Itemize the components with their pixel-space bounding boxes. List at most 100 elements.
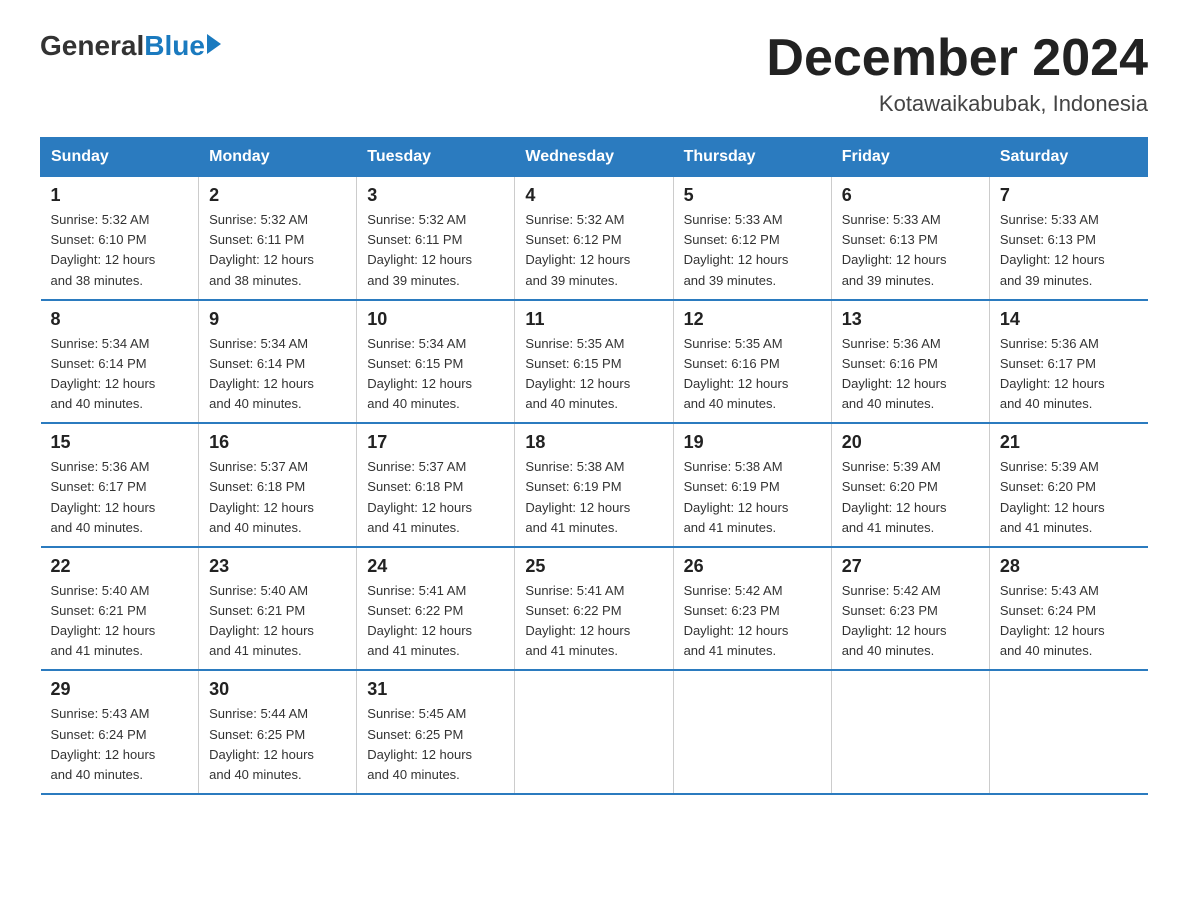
day-number: 28 xyxy=(1000,556,1138,577)
day-cell: 15 Sunrise: 5:36 AMSunset: 6:17 PMDaylig… xyxy=(41,423,199,547)
day-number: 24 xyxy=(367,556,504,577)
day-cell: 2 Sunrise: 5:32 AMSunset: 6:11 PMDayligh… xyxy=(199,177,357,300)
day-cell: 28 Sunrise: 5:43 AMSunset: 6:24 PMDaylig… xyxy=(989,547,1147,671)
day-cell: 19 Sunrise: 5:38 AMSunset: 6:19 PMDaylig… xyxy=(673,423,831,547)
day-number: 27 xyxy=(842,556,979,577)
logo-blue-text: Blue xyxy=(144,30,205,62)
day-cell: 12 Sunrise: 5:35 AMSunset: 6:16 PMDaylig… xyxy=(673,300,831,424)
header-cell-sunday: Sunday xyxy=(41,138,199,177)
day-info: Sunrise: 5:35 AMSunset: 6:15 PMDaylight:… xyxy=(525,334,662,415)
day-number: 18 xyxy=(525,432,662,453)
day-info: Sunrise: 5:37 AMSunset: 6:18 PMDaylight:… xyxy=(367,457,504,538)
day-number: 12 xyxy=(684,309,821,330)
day-info: Sunrise: 5:33 AMSunset: 6:13 PMDaylight:… xyxy=(842,210,979,291)
day-cell: 25 Sunrise: 5:41 AMSunset: 6:22 PMDaylig… xyxy=(515,547,673,671)
day-number: 2 xyxy=(209,185,346,206)
day-number: 16 xyxy=(209,432,346,453)
day-number: 21 xyxy=(1000,432,1138,453)
day-cell: 26 Sunrise: 5:42 AMSunset: 6:23 PMDaylig… xyxy=(673,547,831,671)
logo-blue-part: Blue xyxy=(144,30,221,62)
header-cell-monday: Monday xyxy=(199,138,357,177)
day-number: 3 xyxy=(367,185,504,206)
day-cell: 11 Sunrise: 5:35 AMSunset: 6:15 PMDaylig… xyxy=(515,300,673,424)
day-cell: 10 Sunrise: 5:34 AMSunset: 6:15 PMDaylig… xyxy=(357,300,515,424)
day-info: Sunrise: 5:34 AMSunset: 6:14 PMDaylight:… xyxy=(209,334,346,415)
header-cell-saturday: Saturday xyxy=(989,138,1147,177)
day-cell xyxy=(989,670,1147,794)
day-number: 11 xyxy=(525,309,662,330)
day-info: Sunrise: 5:32 AMSunset: 6:10 PMDaylight:… xyxy=(51,210,189,291)
day-cell: 21 Sunrise: 5:39 AMSunset: 6:20 PMDaylig… xyxy=(989,423,1147,547)
day-number: 5 xyxy=(684,185,821,206)
week-row-2: 8 Sunrise: 5:34 AMSunset: 6:14 PMDayligh… xyxy=(41,300,1148,424)
day-cell xyxy=(831,670,989,794)
calendar-subtitle: Kotawaikabubak, Indonesia xyxy=(766,91,1148,117)
day-number: 8 xyxy=(51,309,189,330)
day-cell: 14 Sunrise: 5:36 AMSunset: 6:17 PMDaylig… xyxy=(989,300,1147,424)
week-row-1: 1 Sunrise: 5:32 AMSunset: 6:10 PMDayligh… xyxy=(41,177,1148,300)
day-info: Sunrise: 5:32 AMSunset: 6:11 PMDaylight:… xyxy=(209,210,346,291)
day-number: 10 xyxy=(367,309,504,330)
day-number: 19 xyxy=(684,432,821,453)
day-cell: 13 Sunrise: 5:36 AMSunset: 6:16 PMDaylig… xyxy=(831,300,989,424)
week-row-3: 15 Sunrise: 5:36 AMSunset: 6:17 PMDaylig… xyxy=(41,423,1148,547)
day-info: Sunrise: 5:39 AMSunset: 6:20 PMDaylight:… xyxy=(842,457,979,538)
day-info: Sunrise: 5:38 AMSunset: 6:19 PMDaylight:… xyxy=(525,457,662,538)
day-cell: 17 Sunrise: 5:37 AMSunset: 6:18 PMDaylig… xyxy=(357,423,515,547)
day-cell: 3 Sunrise: 5:32 AMSunset: 6:11 PMDayligh… xyxy=(357,177,515,300)
day-number: 14 xyxy=(1000,309,1138,330)
day-info: Sunrise: 5:43 AMSunset: 6:24 PMDaylight:… xyxy=(1000,581,1138,662)
day-info: Sunrise: 5:40 AMSunset: 6:21 PMDaylight:… xyxy=(51,581,189,662)
day-info: Sunrise: 5:43 AMSunset: 6:24 PMDaylight:… xyxy=(51,704,189,785)
day-number: 7 xyxy=(1000,185,1138,206)
day-cell: 31 Sunrise: 5:45 AMSunset: 6:25 PMDaylig… xyxy=(357,670,515,794)
header-cell-friday: Friday xyxy=(831,138,989,177)
day-cell: 30 Sunrise: 5:44 AMSunset: 6:25 PMDaylig… xyxy=(199,670,357,794)
day-number: 1 xyxy=(51,185,189,206)
calendar-title: December 2024 xyxy=(766,30,1148,87)
day-number: 20 xyxy=(842,432,979,453)
week-row-5: 29 Sunrise: 5:43 AMSunset: 6:24 PMDaylig… xyxy=(41,670,1148,794)
day-info: Sunrise: 5:34 AMSunset: 6:15 PMDaylight:… xyxy=(367,334,504,415)
day-number: 17 xyxy=(367,432,504,453)
day-number: 4 xyxy=(525,185,662,206)
day-info: Sunrise: 5:32 AMSunset: 6:11 PMDaylight:… xyxy=(367,210,504,291)
day-number: 9 xyxy=(209,309,346,330)
day-info: Sunrise: 5:33 AMSunset: 6:13 PMDaylight:… xyxy=(1000,210,1138,291)
day-cell: 6 Sunrise: 5:33 AMSunset: 6:13 PMDayligh… xyxy=(831,177,989,300)
day-info: Sunrise: 5:39 AMSunset: 6:20 PMDaylight:… xyxy=(1000,457,1138,538)
day-number: 29 xyxy=(51,679,189,700)
logo-general-text: General xyxy=(40,30,144,62)
day-info: Sunrise: 5:34 AMSunset: 6:14 PMDaylight:… xyxy=(51,334,189,415)
day-info: Sunrise: 5:32 AMSunset: 6:12 PMDaylight:… xyxy=(525,210,662,291)
day-cell: 4 Sunrise: 5:32 AMSunset: 6:12 PMDayligh… xyxy=(515,177,673,300)
title-area: December 2024 Kotawaikabubak, Indonesia xyxy=(766,30,1148,117)
day-number: 23 xyxy=(209,556,346,577)
day-cell: 29 Sunrise: 5:43 AMSunset: 6:24 PMDaylig… xyxy=(41,670,199,794)
header-row: SundayMondayTuesdayWednesdayThursdayFrid… xyxy=(41,138,1148,177)
day-info: Sunrise: 5:44 AMSunset: 6:25 PMDaylight:… xyxy=(209,704,346,785)
page-header: General Blue December 2024 Kotawaikabuba… xyxy=(40,30,1148,117)
calendar-body: 1 Sunrise: 5:32 AMSunset: 6:10 PMDayligh… xyxy=(41,177,1148,794)
day-cell xyxy=(673,670,831,794)
day-number: 31 xyxy=(367,679,504,700)
calendar-table: SundayMondayTuesdayWednesdayThursdayFrid… xyxy=(40,137,1148,795)
day-cell: 18 Sunrise: 5:38 AMSunset: 6:19 PMDaylig… xyxy=(515,423,673,547)
day-number: 22 xyxy=(51,556,189,577)
logo-triangle-icon xyxy=(207,34,221,54)
day-cell: 7 Sunrise: 5:33 AMSunset: 6:13 PMDayligh… xyxy=(989,177,1147,300)
calendar-header: SundayMondayTuesdayWednesdayThursdayFrid… xyxy=(41,138,1148,177)
day-info: Sunrise: 5:41 AMSunset: 6:22 PMDaylight:… xyxy=(367,581,504,662)
day-number: 6 xyxy=(842,185,979,206)
day-cell: 22 Sunrise: 5:40 AMSunset: 6:21 PMDaylig… xyxy=(41,547,199,671)
day-info: Sunrise: 5:37 AMSunset: 6:18 PMDaylight:… xyxy=(209,457,346,538)
day-info: Sunrise: 5:40 AMSunset: 6:21 PMDaylight:… xyxy=(209,581,346,662)
day-cell: 27 Sunrise: 5:42 AMSunset: 6:23 PMDaylig… xyxy=(831,547,989,671)
day-cell: 16 Sunrise: 5:37 AMSunset: 6:18 PMDaylig… xyxy=(199,423,357,547)
day-info: Sunrise: 5:36 AMSunset: 6:16 PMDaylight:… xyxy=(842,334,979,415)
header-cell-tuesday: Tuesday xyxy=(357,138,515,177)
day-cell: 1 Sunrise: 5:32 AMSunset: 6:10 PMDayligh… xyxy=(41,177,199,300)
day-info: Sunrise: 5:35 AMSunset: 6:16 PMDaylight:… xyxy=(684,334,821,415)
day-cell: 24 Sunrise: 5:41 AMSunset: 6:22 PMDaylig… xyxy=(357,547,515,671)
day-number: 15 xyxy=(51,432,189,453)
